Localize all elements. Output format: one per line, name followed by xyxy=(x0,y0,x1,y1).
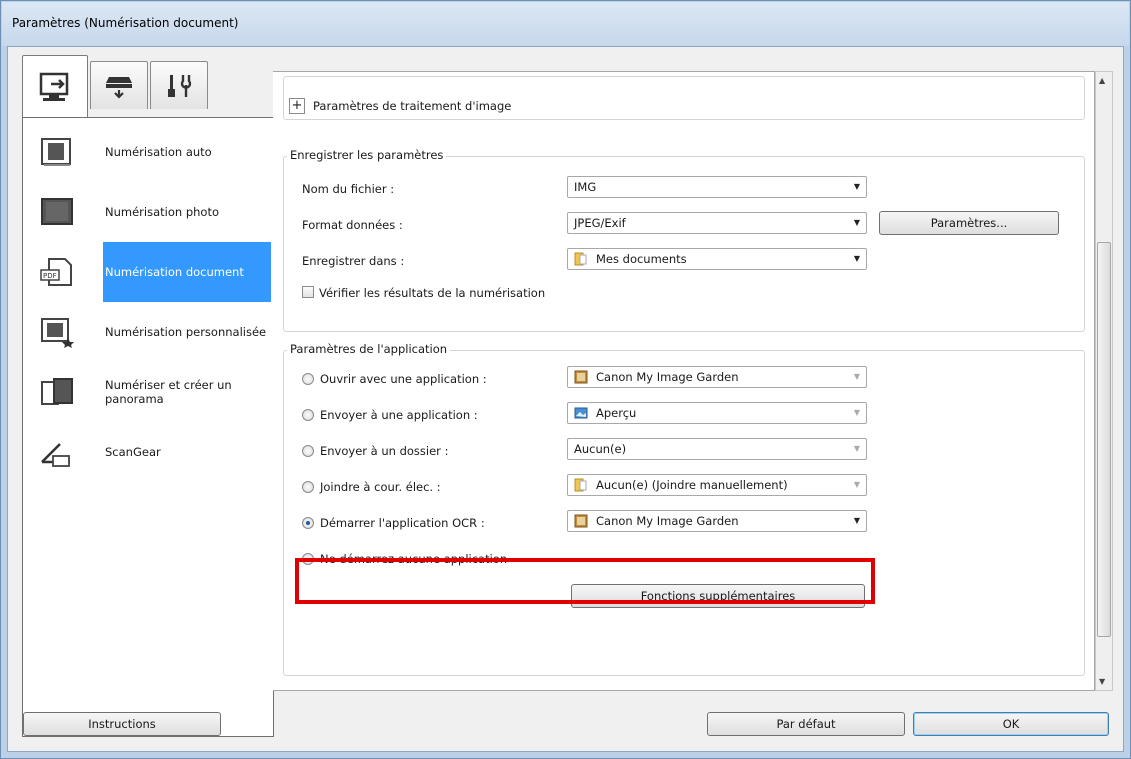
ok-button[interactable]: OK xyxy=(913,712,1109,736)
check-results-checkbox[interactable] xyxy=(302,286,314,298)
nav-label: ScanGear xyxy=(105,445,161,459)
title-bar[interactable]: Paramètres (Numérisation document) xyxy=(2,2,1129,46)
save-in-label: Enregistrer dans : xyxy=(302,254,405,268)
defaults-button[interactable]: Par défaut xyxy=(707,712,905,736)
tab-scan-from-computer[interactable] xyxy=(22,55,88,117)
scroll-down-icon[interactable]: ▼ xyxy=(1099,677,1105,686)
auto-scan-icon xyxy=(41,138,71,166)
format-settings-button[interactable]: Paramètres... xyxy=(879,211,1059,235)
document-scan-icon: PDF xyxy=(40,258,72,286)
open-with-app-label: Ouvrir avec une application : xyxy=(320,372,487,386)
open-with-app-value: Canon My Image Garden xyxy=(596,370,739,384)
chevron-down-icon: ▼ xyxy=(853,254,860,263)
nav-item-photo-scan[interactable]: Numérisation photo xyxy=(23,182,273,242)
tools-icon xyxy=(168,74,192,97)
radio-send-to-app[interactable] xyxy=(302,409,314,421)
panorama-icon xyxy=(41,378,73,405)
scangear-icon xyxy=(41,443,70,467)
ocr-highlight-box xyxy=(295,558,875,604)
scanner-icon xyxy=(106,76,132,99)
check-results-label: Vérifier les résultats de la numérisatio… xyxy=(319,286,546,300)
open-with-app-combo[interactable]: Canon My Image Garden ▼ xyxy=(567,366,867,388)
folder-icon xyxy=(574,478,587,492)
save-settings-title: Enregistrer les paramètres xyxy=(287,148,447,162)
nav-item-custom-scan[interactable]: Numérisation personnalisée xyxy=(23,302,273,362)
nav-label: Numérisation document xyxy=(103,242,271,302)
instructions-button[interactable]: Instructions xyxy=(23,712,221,736)
chevron-down-icon: ▼ xyxy=(853,218,860,227)
image-garden-icon xyxy=(574,514,588,528)
settings-dialog: Paramètres (Numérisation document) Numér… xyxy=(0,0,1131,759)
nav-label: Numérisation personnalisée xyxy=(105,325,267,339)
start-ocr-label: Démarrer l'application OCR : xyxy=(320,516,485,530)
chevron-down-icon: ▼ xyxy=(853,182,860,191)
photo-scan-icon xyxy=(41,198,73,225)
attach-email-combo[interactable]: Aucun(e) (Joindre manuellement) ▼ xyxy=(567,474,867,496)
send-to-folder-combo[interactable]: Aucun(e) ▼ xyxy=(567,438,867,460)
send-to-app-value: Aperçu xyxy=(596,406,637,420)
save-in-value: Mes documents xyxy=(596,252,687,266)
start-ocr-value: Canon My Image Garden xyxy=(596,514,739,528)
chevron-down-icon: ▼ xyxy=(853,480,860,489)
chevron-down-icon: ▼ xyxy=(853,372,860,381)
scroll-up-icon[interactable]: ▲ xyxy=(1099,76,1105,85)
scroll-thumb[interactable] xyxy=(1097,242,1111,637)
tab-scan-from-panel[interactable] xyxy=(90,61,148,109)
settings-scrollbar[interactable]: ▲ ▼ xyxy=(1095,71,1113,691)
nav-item-panorama[interactable]: Numériser et créer un panorama xyxy=(23,362,273,422)
file-name-combo[interactable]: IMG ▼ xyxy=(567,176,867,198)
app-settings-title: Paramètres de l'application xyxy=(287,342,451,356)
data-format-value: JPEG/Exif xyxy=(574,216,626,230)
chevron-down-icon: ▼ xyxy=(853,444,860,453)
expand-image-processing-button[interactable]: + xyxy=(289,98,305,114)
radio-open-with-app[interactable] xyxy=(302,373,314,385)
data-format-label: Format données : xyxy=(302,218,403,232)
nav-label: Numérisation photo xyxy=(105,205,219,219)
nav-label-line2: panorama xyxy=(105,392,164,406)
window-title: Paramètres (Numérisation document) xyxy=(12,16,239,30)
send-to-app-combo[interactable]: Aperçu ▼ xyxy=(567,402,867,424)
computer-scan-icon xyxy=(39,72,69,101)
preview-icon xyxy=(574,407,588,419)
send-to-app-label: Envoyer à une application : xyxy=(320,408,478,422)
attach-email-label: Joindre à cour. élec. : xyxy=(320,480,441,494)
file-name-value: IMG xyxy=(574,180,597,194)
data-format-combo[interactable]: JPEG/Exif ▼ xyxy=(567,212,867,234)
svg-text:PDF: PDF xyxy=(43,272,57,280)
image-processing-group xyxy=(283,76,1085,120)
nav-label: Numérisation auto xyxy=(105,145,212,159)
image-processing-label: Paramètres de traitement d'image xyxy=(313,99,512,113)
start-ocr-combo[interactable]: Canon My Image Garden ▼ xyxy=(567,510,867,532)
folder-icon xyxy=(574,252,587,266)
nav-item-document-scan[interactable]: PDF Numérisation document xyxy=(23,242,273,302)
save-in-combo[interactable]: Mes documents ▼ xyxy=(567,248,867,270)
file-name-label: Nom du fichier : xyxy=(302,182,395,196)
send-to-folder-label: Envoyer à un dossier : xyxy=(320,444,449,458)
tab-general-settings[interactable] xyxy=(150,61,208,109)
attach-email-value: Aucun(e) (Joindre manuellement) xyxy=(596,478,788,492)
custom-scan-icon xyxy=(41,318,74,348)
nav-item-scangear[interactable]: ScanGear xyxy=(23,422,273,482)
chevron-down-icon: ▼ xyxy=(853,408,860,417)
nav-label-line1: Numériser et créer un xyxy=(105,378,232,392)
send-to-folder-value: Aucun(e) xyxy=(574,442,627,456)
chevron-down-icon: ▼ xyxy=(853,516,860,525)
radio-start-ocr[interactable] xyxy=(302,517,314,529)
image-garden-icon xyxy=(574,370,588,384)
nav-item-auto-scan[interactable]: Numérisation auto xyxy=(23,122,273,182)
radio-send-to-folder[interactable] xyxy=(302,445,314,457)
scan-mode-list: Numérisation auto Numérisation photo PDF… xyxy=(22,117,274,737)
nav-label: Numériser et créer un panorama xyxy=(105,362,232,422)
radio-attach-email[interactable] xyxy=(302,481,314,493)
